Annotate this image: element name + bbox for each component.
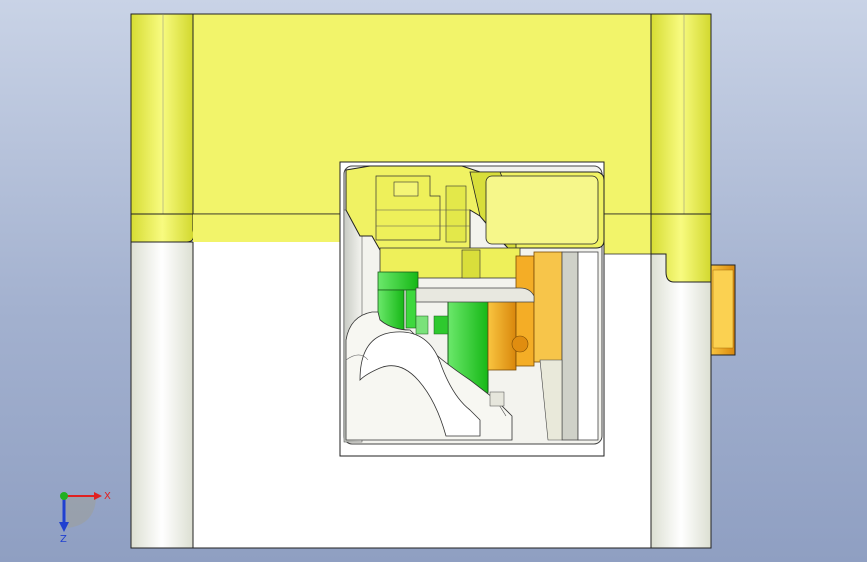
x-axis-label: X <box>104 491 111 502</box>
y-axis-dot <box>60 492 68 500</box>
cad-model-viewport[interactable] <box>0 0 867 562</box>
side-insert-block[interactable] <box>710 264 736 356</box>
x-axis-arrow <box>94 492 102 500</box>
coordinate-triad: X Z <box>59 491 111 545</box>
z-axis-label: Z <box>60 534 67 545</box>
runner-channel <box>415 287 535 303</box>
triad-shade <box>64 496 96 528</box>
z-axis-arrow <box>59 522 69 532</box>
